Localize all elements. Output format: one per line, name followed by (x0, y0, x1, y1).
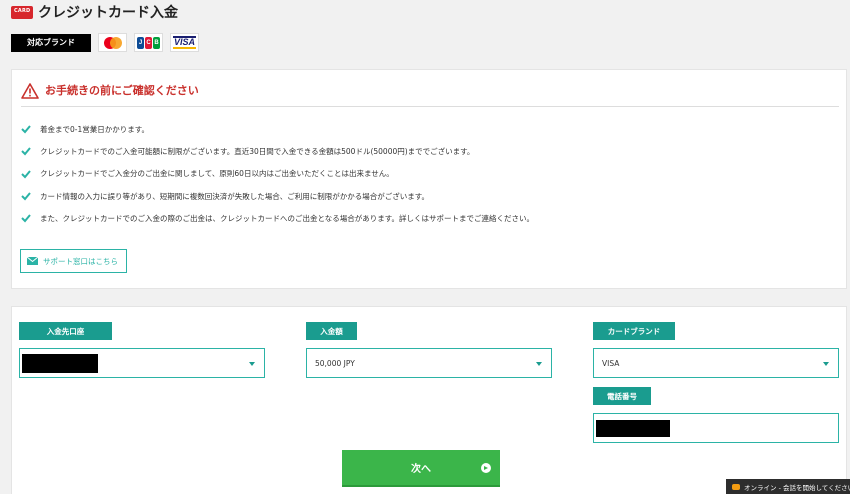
supported-brands-label: 対応ブランド (11, 33, 91, 52)
notice-item-text: 着金まで0-1営業日かかります。 (40, 124, 149, 134)
notice-item-text: また、クレジットカードでのご入金の際のご出金は、クレジットカードへのご出金となる… (40, 213, 535, 223)
card-brand-select-value: VISA (602, 358, 620, 368)
notice-item: クレジットカードでのご入金可能額に制限がございます。直近30日間で入金できる金額… (21, 140, 534, 162)
notice-panel: お手続きの前にご確認ください 着金まで0-1営業日かかります。 クレジットカード… (11, 69, 847, 289)
credit-card-icon: CARD (11, 5, 33, 19)
notice-item: カード情報の入力に誤り等があり、短期間に複数回決済が失敗した場合、ご利用に制限が… (21, 185, 534, 207)
account-label: 入金先口座 (19, 322, 112, 340)
chat-status-text: オンライン - 会話を開始してください (744, 483, 850, 492)
jcb-logo-icon: J C B (134, 33, 163, 52)
card-brand-select[interactable]: VISA (593, 348, 839, 378)
phone-input[interactable] (593, 413, 839, 443)
next-button-label: 次へ (411, 464, 431, 475)
account-select[interactable] (19, 348, 265, 378)
redacted-phone (596, 420, 670, 437)
chat-bubble-icon (732, 483, 740, 490)
redacted-account (22, 354, 98, 373)
phone-label: 電話番号 (593, 387, 651, 405)
chevron-down-icon (249, 362, 255, 366)
amount-select[interactable]: 50,000 JPY (306, 348, 552, 378)
notice-item-text: カード情報の入力に誤り等があり、短期間に複数回決済が失敗した場合、ご利用に制限が… (40, 191, 429, 201)
mastercard-logo-icon (98, 33, 127, 52)
support-button-label: サポート窓口はこちら (43, 256, 118, 266)
notice-item: クレジットカードでご入金分のご出金に関しまして、原則60日以内はご出金いただくこ… (21, 163, 534, 185)
visa-logo-icon: VISA (170, 33, 199, 52)
notice-title: お手続きの前にご確認ください (45, 84, 199, 97)
mail-icon (27, 257, 38, 265)
notice-item-text: クレジットカードでご入金分のご出金に関しまして、原則60日以内はご出金いただくこ… (40, 169, 394, 179)
check-icon (21, 214, 31, 223)
notice-list: 着金まで0-1営業日かかります。 クレジットカードでのご入金可能額に制限がござい… (21, 118, 534, 229)
supported-brands: 対応ブランド J C B VISA (11, 33, 199, 52)
card-brand-label: カードブランド (593, 322, 675, 340)
next-button[interactable]: 次へ (342, 450, 500, 487)
chevron-down-icon (823, 362, 829, 366)
check-icon (21, 170, 31, 179)
amount-select-value: 50,000 JPY (315, 358, 355, 368)
notice-item-text: クレジットカードでのご入金可能額に制限がございます。直近30日間で入金できる金額… (40, 146, 475, 156)
chevron-down-icon (536, 362, 542, 366)
notice-item: 着金まで0-1営業日かかります。 (21, 118, 534, 140)
amount-label: 入金額 (306, 322, 357, 340)
check-icon (21, 125, 31, 134)
notice-header: お手続きの前にご確認ください (21, 83, 839, 107)
check-icon (21, 192, 31, 201)
chat-widget[interactable]: オンライン - 会話を開始してください (726, 479, 850, 494)
page-header: CARD クレジットカード入金 (11, 2, 178, 22)
warning-icon (21, 83, 39, 99)
card-icon-text: CARD (14, 7, 31, 14)
notice-item: また、クレジットカードでのご入金の際のご出金は、クレジットカードへのご出金となる… (21, 207, 534, 229)
page-title: クレジットカード入金 (38, 5, 178, 21)
support-contact-button[interactable]: サポート窓口はこちら (20, 249, 127, 273)
check-icon (21, 147, 31, 156)
arrow-right-icon (481, 463, 491, 473)
